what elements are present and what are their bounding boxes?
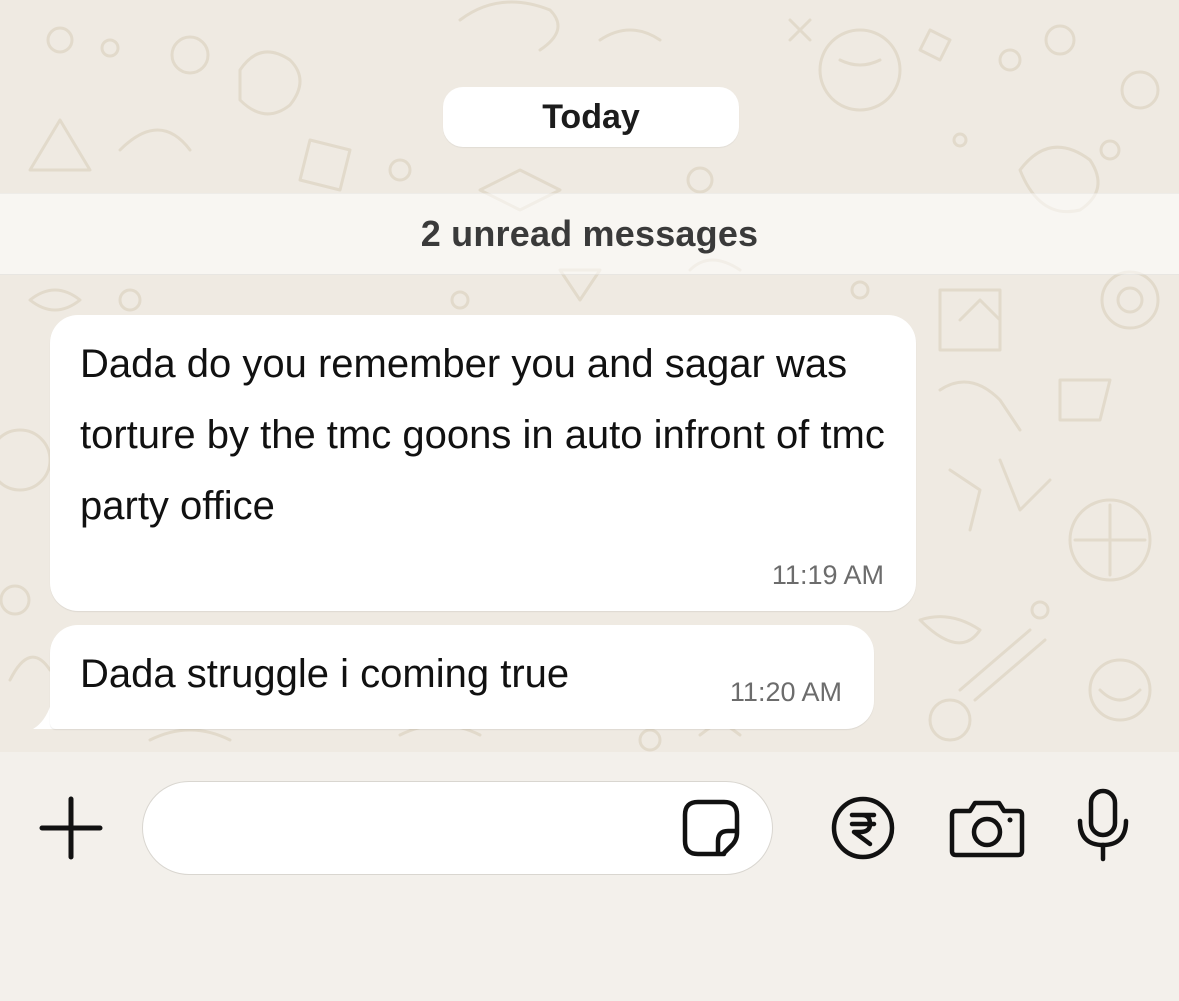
- microphone-icon: [1077, 788, 1129, 862]
- unread-messages-banner: 2 unread messages: [0, 193, 1179, 275]
- message-text: Dada struggle i coming true: [80, 652, 570, 696]
- message-timestamp: 11:19 AM: [771, 560, 884, 590]
- sticker-button[interactable]: [680, 797, 742, 859]
- message-bubble-incoming[interactable]: Dada do you remember you and sagar was t…: [50, 315, 916, 611]
- camera-button[interactable]: [948, 795, 1026, 861]
- message-timestamp: 11:20 AM: [729, 677, 842, 707]
- plus-icon: [39, 796, 103, 860]
- attach-button[interactable]: [38, 795, 104, 861]
- message-text: Dada do you remember you and sagar was t…: [80, 342, 885, 528]
- sticker-icon: [682, 799, 740, 857]
- chat-area[interactable]: Today 2 unread messages Dada do you reme…: [0, 0, 1179, 752]
- voice-message-button[interactable]: [1072, 787, 1134, 863]
- unread-messages-label: 2 unread messages: [420, 213, 759, 254]
- message-bubble-incoming[interactable]: Dada struggle i coming true 11:20 AM: [50, 625, 874, 729]
- message-input[interactable]: [142, 781, 773, 875]
- payment-button[interactable]: [830, 795, 896, 861]
- message-input-field[interactable]: [173, 802, 673, 856]
- rupee-icon: [831, 796, 895, 860]
- camera-icon: [949, 800, 1025, 858]
- date-separator: Today: [443, 87, 739, 147]
- date-separator-label: Today: [542, 97, 640, 136]
